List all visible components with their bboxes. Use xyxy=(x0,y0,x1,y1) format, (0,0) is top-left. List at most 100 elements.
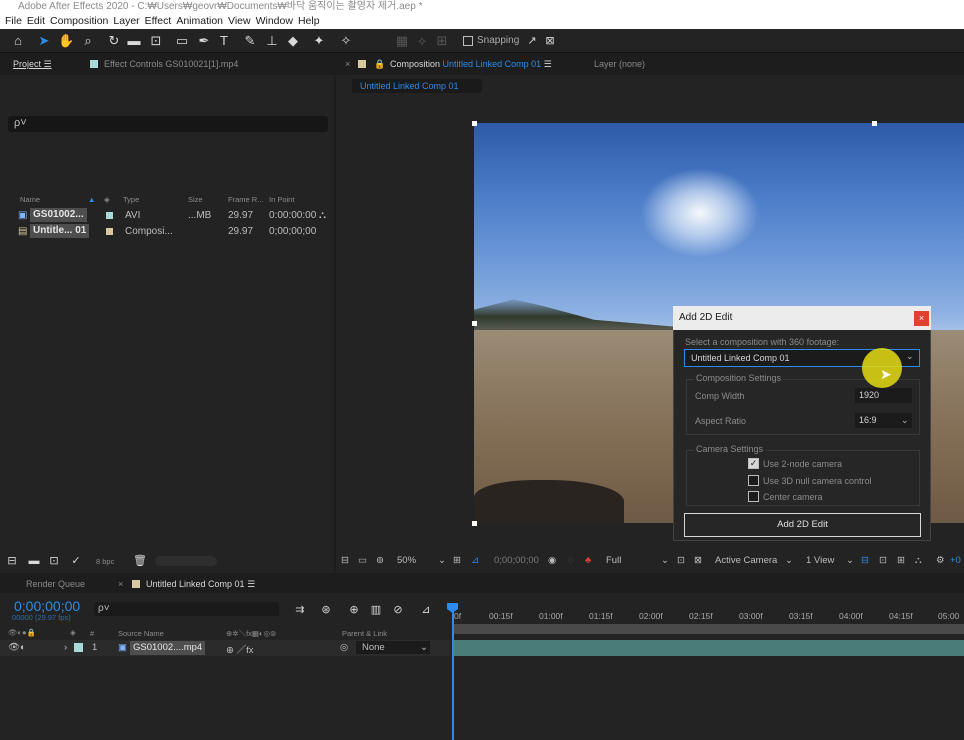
tab-layer[interactable]: Layer (none) xyxy=(594,59,645,69)
visibility-icon[interactable]: 👁◐ xyxy=(8,642,26,653)
safe-margins-icon[interactable]: ⊞ xyxy=(453,555,461,566)
timeline-icon[interactable]: ⊞ xyxy=(897,555,905,566)
add-2d-edit-button[interactable]: Add 2D Edit xyxy=(684,513,921,537)
project-item-comp[interactable]: ▤ Untitle... 01 Composi... 29.97 0;00;00… xyxy=(0,223,334,239)
project-item-footage[interactable]: ▣ GS01002... AVI ...MB 29.97 0:00:00:00 … xyxy=(0,207,334,223)
transparency-grid-icon[interactable]: ⊿ xyxy=(471,555,479,566)
tab-timeline-comp[interactable]: Untitled Linked Comp 01 ☰ xyxy=(132,579,255,590)
menu-help[interactable]: Help xyxy=(298,15,320,27)
chevron-down-icon[interactable]: ⌄ xyxy=(901,415,909,426)
show-snapshot-icon[interactable]: ◌ xyxy=(568,555,574,566)
menu-effect[interactable]: Effect xyxy=(145,15,172,27)
axis-local-icon[interactable]: ▦ xyxy=(394,33,410,49)
menu-edit[interactable]: Edit xyxy=(27,15,45,27)
magnification-select[interactable]: 50% xyxy=(397,555,416,566)
project-scrollbar[interactable] xyxy=(155,556,217,566)
menu-view[interactable]: View xyxy=(228,15,251,27)
frame-blending-icon[interactable]: ▥ xyxy=(368,602,384,618)
flowchart-icon[interactable]: ⛬ xyxy=(915,555,922,566)
exposure-value[interactable]: +0 xyxy=(950,555,961,566)
use-2-node-camera-checkbox[interactable]: ✓ xyxy=(748,458,759,469)
camera-tool-icon[interactable]: ▬ xyxy=(126,33,142,49)
playhead[interactable] xyxy=(452,604,454,740)
close-tab-icon[interactable]: × xyxy=(118,579,123,589)
clone-stamp-tool-icon[interactable]: ⊥ xyxy=(264,33,280,49)
axis-view-icon[interactable]: ⊞ xyxy=(434,33,450,49)
shy-layers-icon[interactable]: ⊕ xyxy=(346,602,362,618)
transform-handle[interactable] xyxy=(872,121,877,126)
layer-duration-bar[interactable] xyxy=(454,640,964,656)
col-type[interactable]: Type xyxy=(123,195,139,204)
pick-whip-icon[interactable]: ◎ xyxy=(340,642,348,653)
chevron-right-icon[interactable]: › xyxy=(64,642,67,653)
project-search-input[interactable]: ρ˅ xyxy=(8,116,328,132)
use-3d-null-checkbox[interactable] xyxy=(748,475,759,486)
label-column-icon[interactable]: ◈ xyxy=(104,195,110,204)
lock-icon[interactable]: 🔒 xyxy=(374,59,385,70)
toggle-transparency-icon[interactable]: ⊠ xyxy=(694,555,702,566)
transform-handle[interactable] xyxy=(472,121,477,126)
delete-icon[interactable]: 🗑 xyxy=(132,553,148,569)
rectangle-tool-icon[interactable]: ▭ xyxy=(174,33,190,49)
layer-row[interactable]: 👁◐ › 1 ▣ GS01002....mp4 ⊕ ／fx ◎ None ⌄ xyxy=(0,640,450,656)
close-tab-icon[interactable]: × xyxy=(345,59,350,69)
bit-depth[interactable]: 8 bpc xyxy=(96,557,114,566)
tab-composition[interactable]: Composition Untitled Linked Comp 01 ☰ xyxy=(390,59,552,70)
snap-features-icon[interactable]: ⊠ xyxy=(542,33,558,49)
menu-file[interactable]: File xyxy=(5,15,22,27)
snapshot-icon[interactable]: ◉ xyxy=(548,555,556,566)
snapping-checkbox[interactable] xyxy=(463,36,473,46)
roto-brush-tool-icon[interactable]: ✦ xyxy=(311,33,327,49)
fast-previews-icon[interactable]: ⊡ xyxy=(879,555,887,566)
camera-view-select[interactable]: Active Camera xyxy=(715,555,777,566)
menu-composition[interactable]: Composition xyxy=(50,15,108,27)
vr-icon[interactable]: ⊚ xyxy=(376,555,384,566)
always-preview-icon[interactable]: ⊟ xyxy=(341,555,349,566)
puppet-tool-icon[interactable]: ✧ xyxy=(338,33,354,49)
motion-blur-icon[interactable]: ⊘ xyxy=(390,602,406,618)
snap-edges-icon[interactable]: ↗ xyxy=(524,33,540,49)
close-icon[interactable]: × xyxy=(914,311,929,326)
center-camera-checkbox[interactable] xyxy=(748,491,759,502)
col-in-point[interactable]: In Point xyxy=(269,195,294,204)
tab-effect-controls[interactable]: Effect Controls GS010021[1].mp4 xyxy=(90,59,238,69)
tab-render-queue[interactable]: Render Queue xyxy=(26,579,85,589)
pan-behind-tool-icon[interactable]: ⊡ xyxy=(148,33,164,49)
layer-switches[interactable]: ⊕ ／fx xyxy=(226,642,254,656)
col-frame-rate[interactable]: Frame R... xyxy=(228,195,263,204)
resolution-select[interactable]: Full xyxy=(606,555,621,566)
region-of-interest-icon[interactable]: ⊡ xyxy=(677,555,685,566)
composition-mini-flowchart-icon[interactable]: ⇉ xyxy=(292,602,308,618)
chevron-down-icon[interactable]: ⌄ xyxy=(906,351,914,362)
menu-window[interactable]: Window xyxy=(256,15,293,27)
transform-handle[interactable] xyxy=(472,321,477,326)
hand-tool-icon[interactable]: ✋ xyxy=(58,33,74,49)
interpret-footage-icon[interactable]: ⊟ xyxy=(4,553,20,569)
adjust-project-icon[interactable]: ✓ xyxy=(68,553,84,569)
chevron-down-icon[interactable]: ⌄ xyxy=(438,555,446,566)
zoom-tool-icon[interactable]: ⌕ xyxy=(80,33,96,49)
brush-tool-icon[interactable]: ✎ xyxy=(242,33,258,49)
pen-tool-icon[interactable]: ✒ xyxy=(196,33,212,49)
transform-handle[interactable] xyxy=(472,521,477,526)
layer-name[interactable]: GS01002....mp4 xyxy=(130,641,206,655)
tab-project[interactable]: Project ☰ xyxy=(13,59,52,70)
comp-breadcrumb[interactable]: Untitled Linked Comp 01 xyxy=(352,79,482,93)
timeline-search-input[interactable]: ρ˅ xyxy=(94,602,279,616)
home-icon[interactable]: ⌂ xyxy=(10,33,26,49)
reset-exposure-icon[interactable]: ⚙ xyxy=(936,555,945,566)
col-size[interactable]: Size xyxy=(188,195,203,204)
layer-label-swatch[interactable] xyxy=(74,643,83,652)
chevron-down-icon[interactable]: ⌄ xyxy=(661,555,669,566)
source-name-header[interactable]: Source Name xyxy=(118,629,164,638)
axis-world-icon[interactable]: ⟡ xyxy=(414,33,430,49)
chevron-down-icon[interactable]: ⌄ xyxy=(846,555,854,566)
menu-layer[interactable]: Layer xyxy=(113,15,139,27)
timeline-timecode[interactable]: 0;00;00;00 xyxy=(14,598,80,614)
eraser-tool-icon[interactable]: ◆ xyxy=(285,33,301,49)
color-channels-icon[interactable]: ♣ xyxy=(585,555,591,566)
view-layout-select[interactable]: 1 View xyxy=(806,555,834,566)
sort-ascending-icon[interactable]: ▲ xyxy=(88,195,95,204)
current-time-display[interactable]: 0;00;00;00 xyxy=(494,555,539,566)
toggle-pixel-aspect-icon[interactable]: ⊟ xyxy=(861,555,869,566)
